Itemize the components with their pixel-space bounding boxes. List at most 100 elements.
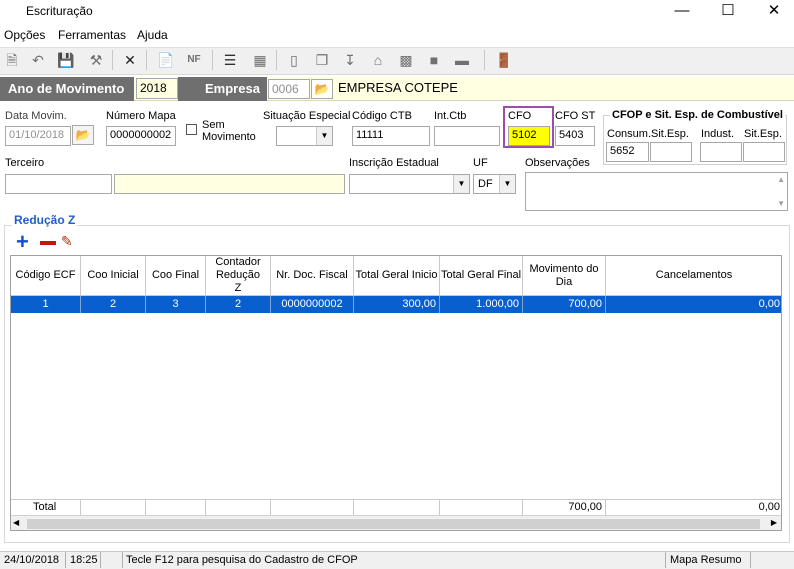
undo-icon[interactable]: ↶ <box>28 50 48 70</box>
data-movim-button[interactable]: 📂 <box>72 125 94 145</box>
scroll-down-icon[interactable]: ▼ <box>777 199 785 208</box>
observacoes-field[interactable]: ▲ ▼ <box>525 172 788 211</box>
scrollbar-thumb[interactable] <box>27 519 760 529</box>
cell-coo-final[interactable]: 3 <box>146 296 206 313</box>
col-nr-doc-fiscal[interactable]: Nr. Doc. Fiscal <box>271 256 354 296</box>
download-icon[interactable]: ↧ <box>340 50 360 70</box>
terceiro-code-field[interactable] <box>5 174 112 194</box>
terceiro-label: Terceiro <box>5 157 45 169</box>
cell-total-geral-inicio[interactable]: 300,00 <box>354 296 440 313</box>
cell-coo-inicial[interactable]: 2 <box>81 296 146 313</box>
uf-label: UF <box>473 157 488 169</box>
copy-icon[interactable]: ❐ <box>312 50 332 70</box>
ano-field[interactable]: 2018 <box>136 78 178 99</box>
square-icon[interactable]: ■ <box>424 50 444 70</box>
sit-esp2-field[interactable] <box>743 142 785 162</box>
minus-box-icon[interactable]: ▬ <box>452 50 472 70</box>
ano-movimento-label: Ano de Movimento <box>8 81 125 96</box>
add-icon[interactable]: + <box>16 231 29 253</box>
horizontal-scrollbar[interactable]: ◀ ▶ <box>11 515 781 530</box>
exit-icon[interactable]: 🚪 <box>494 50 514 70</box>
uf-select[interactable]: DF ▼ <box>473 174 516 194</box>
document-icon[interactable]: 📄 <box>156 50 176 70</box>
delete-icon[interactable]: ✕ <box>120 50 140 70</box>
menu-opcoes[interactable]: Opções <box>4 28 45 42</box>
col-codigo-ecf[interactable]: Código ECF <box>11 256 81 296</box>
consum-label: Consum. <box>607 128 652 140</box>
chevron-down-icon[interactable]: ▼ <box>453 175 469 193</box>
col-coo-final[interactable]: Coo Final <box>146 256 206 296</box>
codigo-ctb-label: Código CTB <box>352 110 412 122</box>
new-icon[interactable]: 🗎 <box>2 50 22 70</box>
sem-movimento-label-1: Sem <box>202 119 225 131</box>
data-movim-label: Data Movim. <box>5 110 67 122</box>
col-total-geral-inicio[interactable]: Total Geral Inicio <box>354 256 440 296</box>
cell-movimento-do-dia[interactable]: 700,00 <box>523 296 606 313</box>
remove-icon[interactable] <box>40 241 56 245</box>
scroll-right-icon[interactable]: ▶ <box>771 518 777 527</box>
empresa-label: Empresa <box>205 81 260 96</box>
situacao-especial-select[interactable]: ▼ <box>276 126 333 146</box>
terceiro-name-field[interactable] <box>114 174 345 194</box>
consum-field[interactable]: 5652 <box>606 142 649 162</box>
cfo-st-field[interactable]: 5403 <box>555 126 595 146</box>
edit-icon[interactable]: ✎ <box>61 233 73 250</box>
tool-icon[interactable]: ⚒ <box>86 50 106 70</box>
scroll-left-icon[interactable]: ◀ <box>13 518 19 527</box>
page-icon[interactable]: ▯ <box>284 50 304 70</box>
cell-nr-doc-fiscal[interactable]: 0000000002 <box>271 296 354 313</box>
col-coo-inicial[interactable]: Coo Inicial <box>81 256 146 296</box>
cfo-field[interactable]: 5102 <box>508 126 550 146</box>
sem-movimento-label-2: Movimento <box>202 131 256 143</box>
maximize-button[interactable]: ☐ <box>705 0 751 24</box>
uf-value: DF <box>478 178 493 190</box>
reducao-z-grid[interactable]: Código ECF Coo Inicial Coo Final Contado… <box>10 255 782 531</box>
col-cancelamentos[interactable]: Cancelamentos <box>606 256 781 296</box>
cell-contador-reducao-z[interactable]: 2 <box>206 296 271 313</box>
indust-field[interactable] <box>700 142 742 162</box>
chevron-down-icon[interactable]: ▼ <box>499 175 515 193</box>
cfo-st-label: CFO ST <box>555 110 596 122</box>
empresa-code-field[interactable]: 0006 <box>268 79 310 99</box>
home-icon[interactable]: ⌂ <box>368 50 388 70</box>
data-movim-field[interactable]: 01/10/2018 <box>5 126 71 146</box>
indust-label: Indust. <box>701 128 735 140</box>
status-time: 18:25 <box>70 554 98 566</box>
tree-icon[interactable]: ☰ <box>220 50 240 70</box>
total-movimento: 700,00 <box>523 499 606 515</box>
sit-esp-field[interactable] <box>650 142 692 162</box>
cell-cancelamentos[interactable]: 0,00 <box>606 296 781 313</box>
int-ctb-label: Int.Ctb <box>434 110 467 122</box>
status-message: Tecle F12 para pesquisa do Cadastro de C… <box>126 554 358 566</box>
menu-ferramentas[interactable]: Ferramentas <box>58 28 126 42</box>
minimize-button[interactable]: — <box>659 0 705 24</box>
cell-codigo-ecf[interactable]: 1 <box>11 296 81 313</box>
sem-movimento-checkbox[interactable] <box>186 124 197 135</box>
status-screen: Mapa Resumo <box>670 554 742 566</box>
col-movimento-do-dia[interactable]: Movimento do Dia <box>523 256 606 296</box>
col-contador-reducao-z[interactable]: Contador Redução Z <box>206 256 271 296</box>
chevron-down-icon[interactable]: ▼ <box>316 127 332 145</box>
cell-total-geral-final[interactable]: 1.000,00 <box>440 296 523 313</box>
numero-mapa-label: Número Mapa <box>106 110 176 122</box>
stack-icon[interactable]: ▩ <box>396 50 416 70</box>
empresa-search-button[interactable]: 📂 <box>311 79 333 99</box>
inscricao-label: Inscrição Estadual <box>349 157 439 169</box>
codigo-ctb-field[interactable]: 11111 <box>352 126 430 146</box>
inscricao-select[interactable]: ▼ <box>349 174 470 194</box>
save-icon[interactable]: 💾 <box>56 50 76 70</box>
scroll-up-icon[interactable]: ▲ <box>777 175 785 184</box>
list-icon[interactable]: ▦ <box>250 50 270 70</box>
cfo-label: CFO <box>508 110 532 122</box>
nf-icon[interactable]: NF <box>184 50 204 70</box>
observacoes-label: Observações <box>525 157 590 169</box>
window-title: Escrituração <box>26 4 93 18</box>
menu-ajuda[interactable]: Ajuda <box>137 28 168 42</box>
status-date: 24/10/2018 <box>4 554 60 566</box>
close-button[interactable]: ✕ <box>751 0 794 24</box>
numero-mapa-field[interactable]: 0000000002 <box>106 126 176 146</box>
col-total-geral-final[interactable]: Total Geral Final <box>440 256 523 296</box>
sit-esp2-label: Sit.Esp. <box>744 128 782 140</box>
int-ctb-field[interactable] <box>434 126 500 146</box>
folder-icon: 📂 <box>314 82 330 96</box>
